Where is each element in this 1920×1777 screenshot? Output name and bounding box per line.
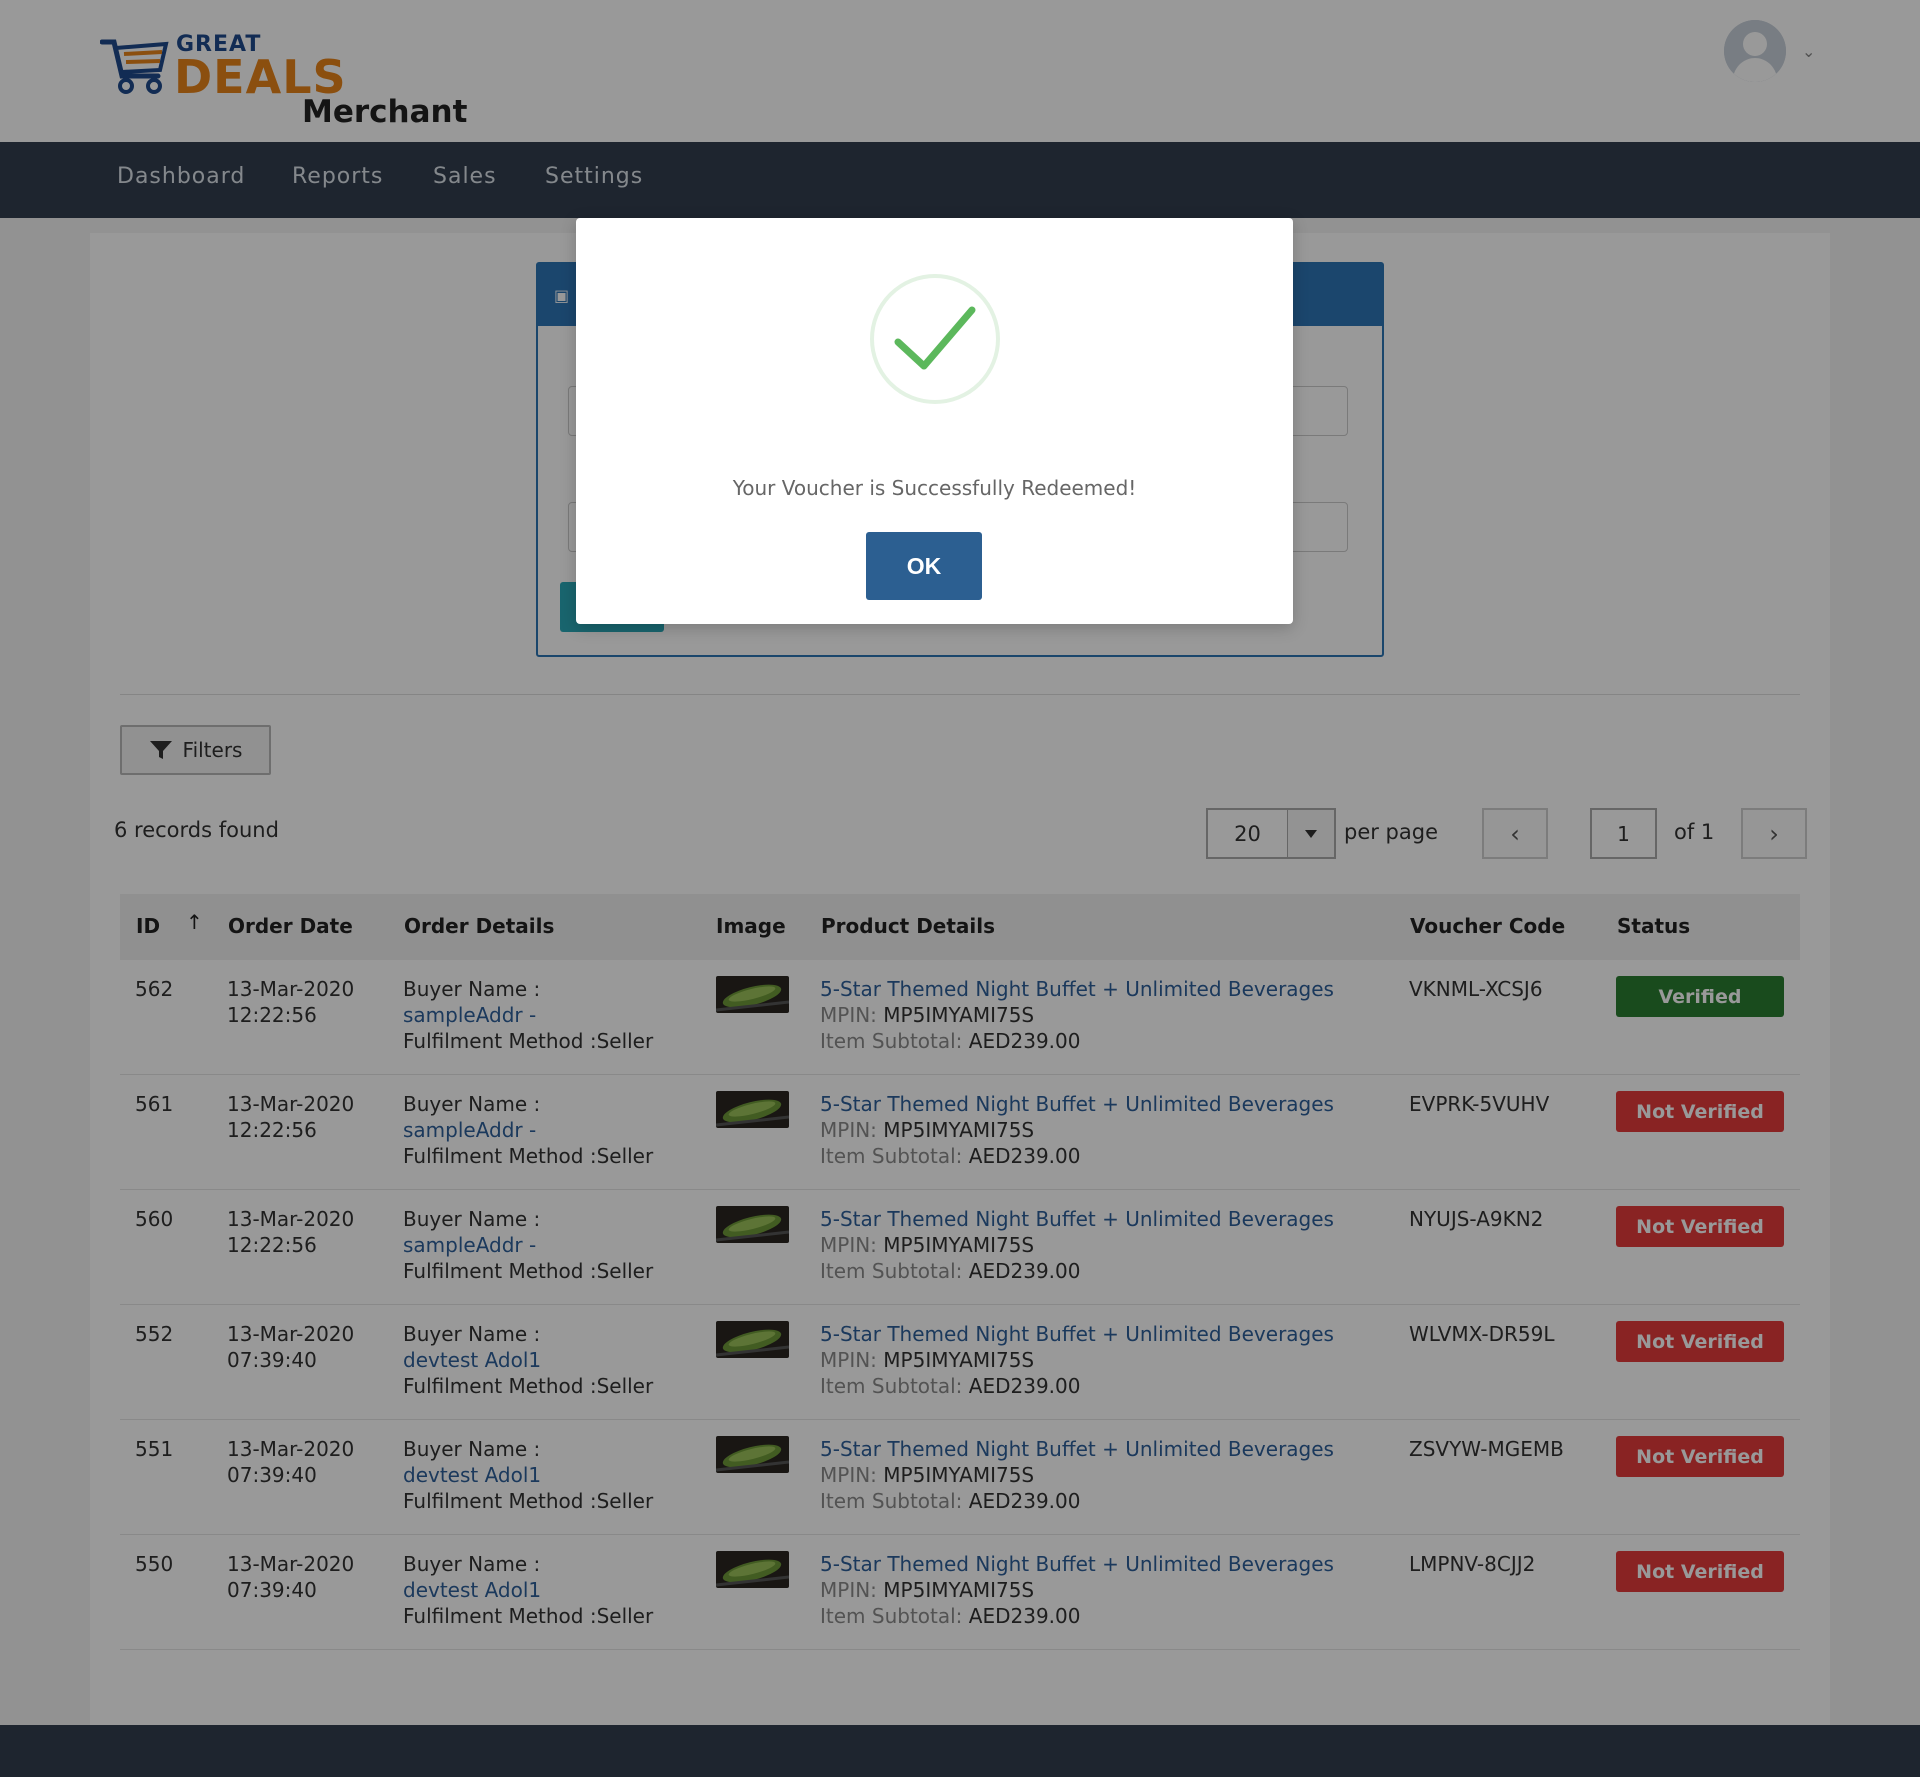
success-message: Your Voucher is Successfully Redeemed! <box>732 476 1137 500</box>
ok-button[interactable]: OK <box>866 532 982 600</box>
success-dialog: Your Voucher is Successfully Redeemed! O… <box>576 218 1293 624</box>
success-checkmark-icon <box>870 274 1000 404</box>
